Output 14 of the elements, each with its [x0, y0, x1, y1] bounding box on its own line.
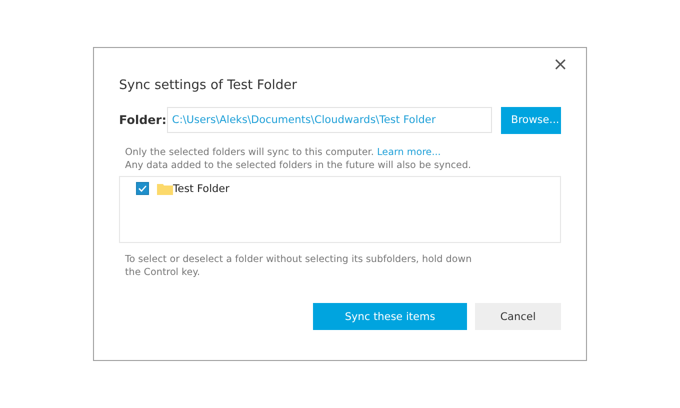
notice-text: Only the selected folders will sync to this computer. Learn more...: [125, 146, 442, 159]
folder-path-field[interactable]: C:\Users\Aleks\Documents\Cloudwards\Test Folder: [167, 107, 492, 133]
checkbox[interactable]: [136, 182, 149, 195]
notice-text: Any data added to the selected folders in the future will also be synced.: [125, 159, 472, 172]
hint-text: To select or deselect a folder without selecting its subfolders, hold down the Control key.: [125, 253, 473, 279]
browse-button[interactable]: Browse...: [501, 106, 561, 134]
learn-more-link[interactable]: Learn more...: [376, 147, 441, 158]
cancel-button[interactable]: Cancel: [475, 303, 561, 330]
folder-name: Test Folder: [173, 182, 230, 194]
sync-button[interactable]: Sync these items: [313, 303, 467, 330]
dialog-title: Sync settings of Test Folder: [119, 78, 298, 93]
folder-label: Folder:: [119, 113, 167, 127]
folder-icon: [157, 182, 173, 194]
close-button[interactable]: ×: [548, 54, 572, 75]
